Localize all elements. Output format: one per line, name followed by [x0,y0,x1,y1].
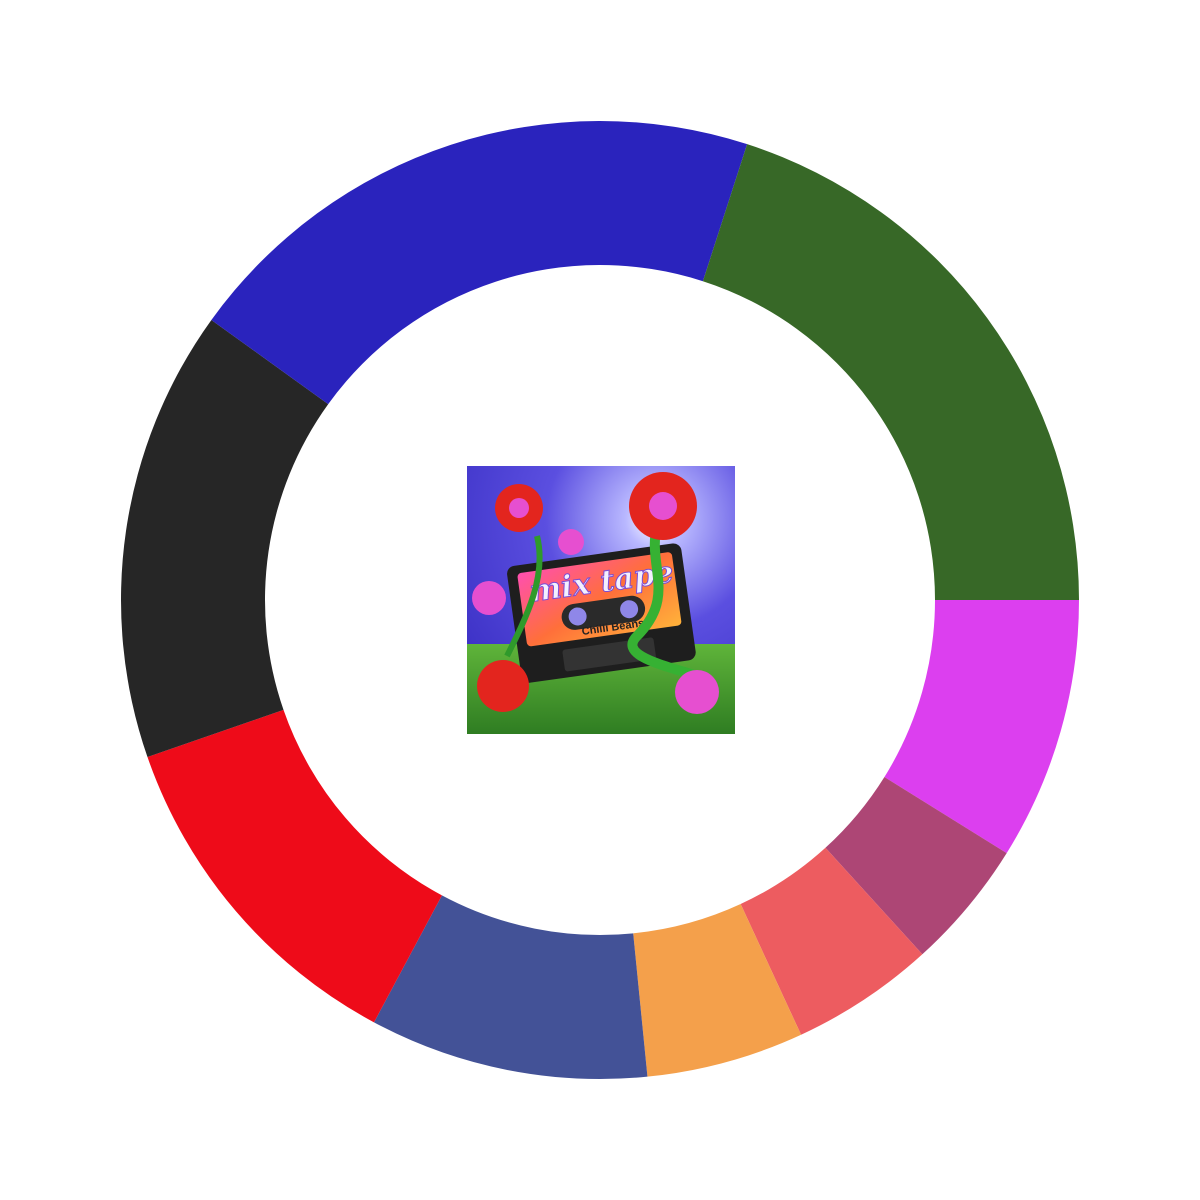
donut-slice-9 [702,144,1079,600]
donut-chart: mix tape Chilli Beans [0,0,1200,1200]
donut-slice-8 [211,121,748,405]
donut-chart-svg: mix tape Chilli Beans [120,121,1079,1079]
donut-slice-7 [120,319,329,758]
donut-slice-6 [147,709,442,1023]
album-art-icon: mix tape Chilli Beans [467,466,735,734]
